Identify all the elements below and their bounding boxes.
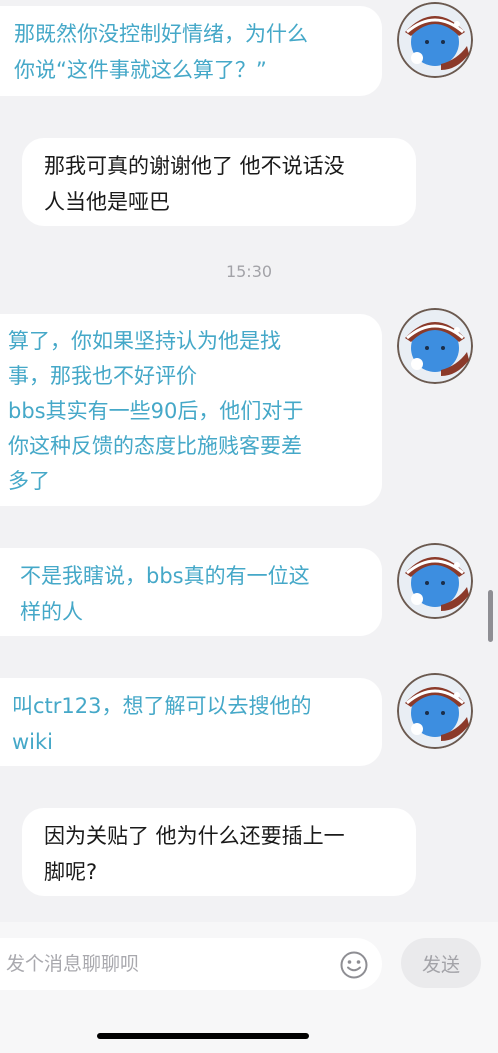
message-input-box[interactable] — [0, 938, 382, 990]
send-button[interactable]: 发送 — [401, 938, 481, 988]
timestamp: 15:30 — [225, 262, 273, 281]
avatar-icon — [397, 673, 473, 749]
chat-area[interactable]: 那既然你没控制好情绪，为什么 你说“这件事就这么算了？” 那我可真的谢谢他了 他… — [0, 0, 498, 922]
message-bubble[interactable]: 不是我瞎说，bbs真的有一位这 样的人 — [0, 548, 382, 636]
message-input[interactable] — [6, 948, 326, 980]
avatar[interactable] — [397, 2, 473, 78]
scrollbar[interactable] — [488, 590, 493, 642]
message-bubble[interactable]: 那既然你没控制好情绪，为什么 你说“这件事就这么算了？” — [0, 6, 382, 96]
emoji-icon[interactable] — [339, 950, 369, 980]
message-bubble[interactable]: 因为关贴了 他为什么还要插上一 脚呢? — [22, 808, 416, 896]
avatar-icon — [397, 543, 473, 619]
avatar-icon — [397, 2, 473, 78]
avatar[interactable] — [397, 308, 473, 384]
message-bubble[interactable]: 算了，你如果坚持认为他是找 事，那我也不好评价 bbs其实有一些90后，他们对于… — [0, 314, 382, 506]
message-bubble[interactable]: 叫ctr123，想了解可以去搜他的 wiki — [0, 678, 382, 766]
avatar[interactable] — [397, 543, 473, 619]
message-bubble[interactable]: 那我可真的谢谢他了 他不说话没 人当他是哑巴 — [22, 138, 416, 226]
home-indicator[interactable] — [97, 1033, 309, 1039]
avatar[interactable] — [397, 673, 473, 749]
avatar-icon — [397, 308, 473, 384]
